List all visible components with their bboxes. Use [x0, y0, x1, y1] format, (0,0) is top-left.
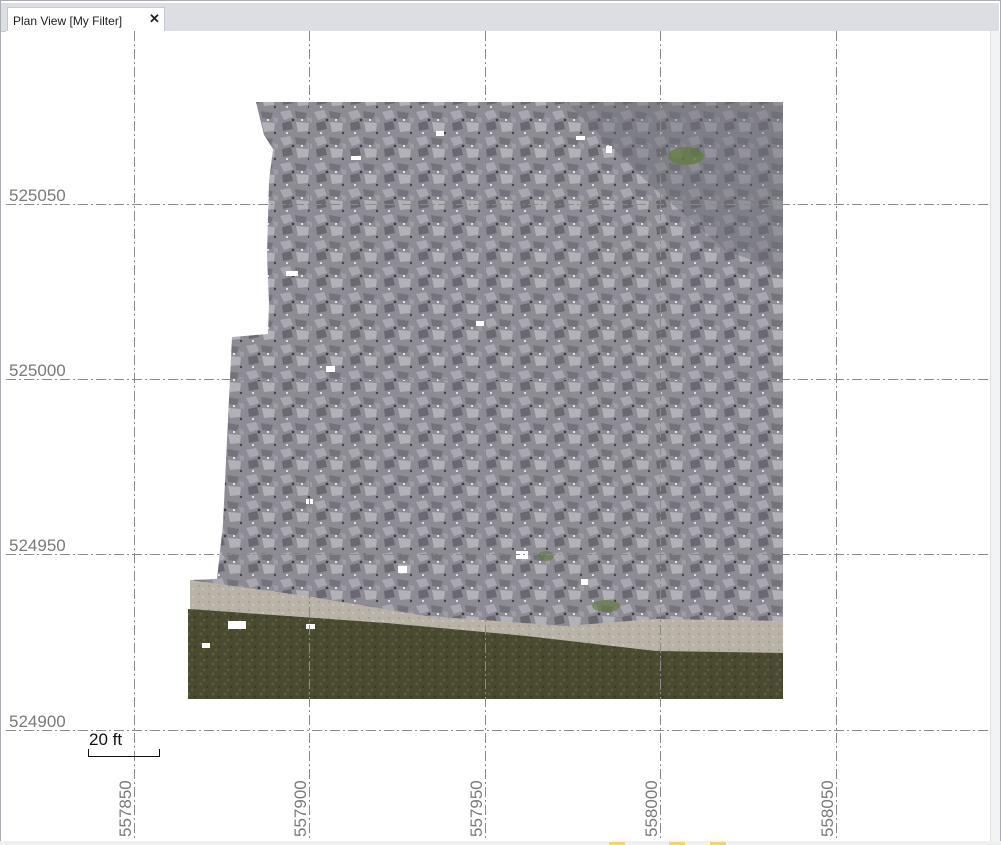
northing-label: 524900	[9, 712, 66, 731]
tab-title: Plan View [My Filter]	[13, 14, 123, 28]
close-icon[interactable]: ✕	[149, 11, 160, 27]
easting-label: 557900	[291, 780, 310, 837]
map-svg: 525050 525000 524950 524900 557850 55790…	[6, 31, 990, 841]
vegetation-spot	[592, 600, 620, 612]
northing-label: 524950	[9, 536, 66, 555]
easting-label: 558050	[818, 780, 837, 837]
plan-view-canvas[interactable]: 525050 525000 524950 524900 557850 55790…	[6, 31, 990, 841]
northing-label: 525000	[9, 361, 66, 380]
northing-labels: 525050 525000 524950 524900	[9, 186, 66, 731]
easting-label: 557950	[467, 780, 486, 837]
tab-plan-view[interactable]: Plan View [My Filter] ✕	[7, 7, 165, 31]
northing-label: 525050	[9, 186, 66, 205]
vegetation-spot	[668, 147, 704, 165]
status-strip	[0, 841, 1001, 845]
tab-bar: Plan View [My Filter] ✕	[1, 3, 999, 32]
scale-bar-label: 20 ft	[89, 730, 122, 749]
vertical-scrollbar[interactable]	[990, 31, 1000, 841]
vegetation-spot	[538, 551, 554, 561]
scale-bar: 20 ft	[88, 730, 160, 757]
scale-bar-line	[88, 749, 160, 757]
easting-labels: 557850 557900 557950 558000 558050	[116, 780, 837, 837]
easting-label: 557850	[116, 780, 135, 837]
easting-label: 558000	[642, 780, 661, 837]
